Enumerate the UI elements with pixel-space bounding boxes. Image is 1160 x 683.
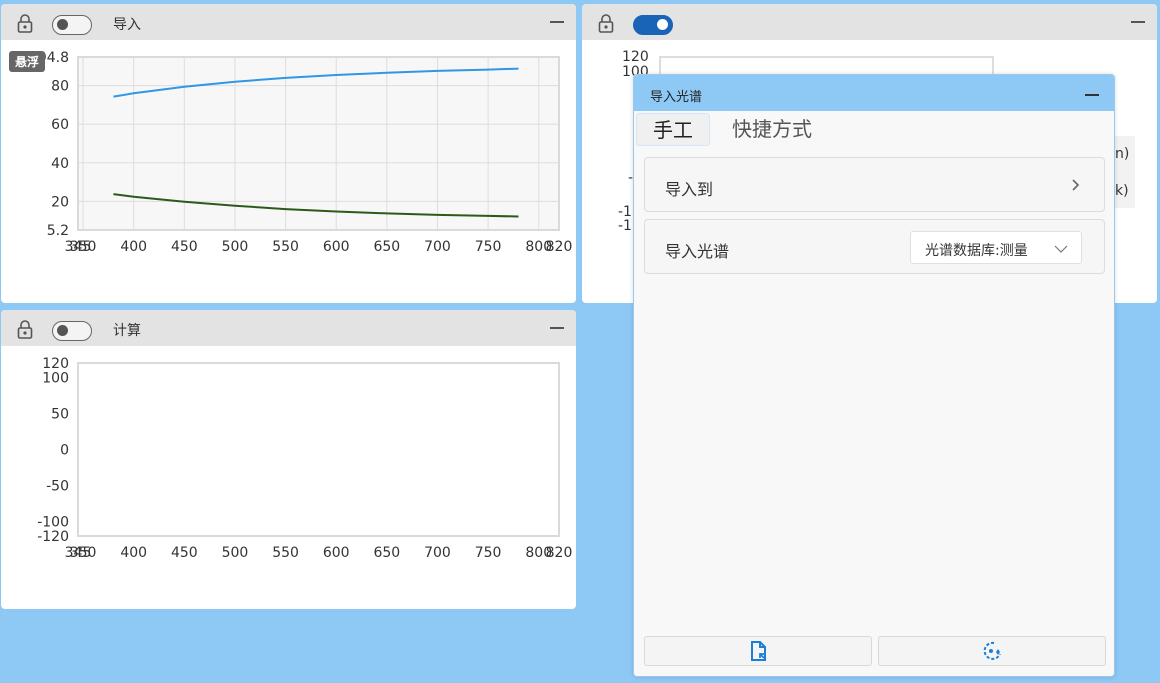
x-tick-label: 600 xyxy=(323,239,350,255)
import-chart: 345350 400 450 500 550 600 650 700 750 80082094.8… xyxy=(38,50,573,255)
minimize-icon[interactable] xyxy=(1085,94,1099,96)
legend-peek: k) xyxy=(1115,183,1129,199)
right-panel-toggle[interactable] xyxy=(633,15,673,35)
tab-manual[interactable]: 手工 xyxy=(636,113,710,146)
x-tick-label: 450 xyxy=(171,239,198,255)
calc-panel-toggle[interactable] xyxy=(52,321,92,341)
y-tick-label: -50 xyxy=(46,479,69,495)
legend-peek: n) xyxy=(1115,146,1130,162)
spectrum-source-select[interactable]: 光谱数据库:测量 xyxy=(910,231,1082,264)
x-tick-label: 350 xyxy=(70,239,97,255)
calc-panel-title: 计算 xyxy=(113,323,141,339)
toggle-knob xyxy=(657,19,668,30)
import-to-row[interactable]: 导入到 xyxy=(644,157,1105,212)
toggle-knob xyxy=(57,19,68,30)
import-spectrum-label: 导入光谱 xyxy=(665,242,730,261)
x-tick-label: 550 xyxy=(272,545,299,561)
import-spectrum-row: 导入光谱 光谱数据库:测量 xyxy=(644,219,1105,274)
y-tick-label: 20 xyxy=(51,194,69,210)
dialog-title: 导入光谱 xyxy=(650,90,703,105)
y-tick-label: 0 xyxy=(60,443,69,459)
chevron-right-icon xyxy=(1072,179,1080,191)
x-tick-label: 650 xyxy=(373,545,400,561)
import-panel-header: 导入 xyxy=(1,4,576,40)
x-tick-label: 650 xyxy=(373,239,400,255)
y-tick-label: 40 xyxy=(51,156,69,172)
x-tick-label: 500 xyxy=(222,545,249,561)
auto-import-button[interactable] xyxy=(878,636,1106,666)
import-file-button[interactable] xyxy=(644,636,872,666)
y-tick-label: 50 xyxy=(51,406,69,422)
x-tick-label: 820 xyxy=(546,239,573,255)
import-panel-toggle[interactable] xyxy=(52,15,92,35)
y-tick-label: 80 xyxy=(51,79,69,95)
x-tick-label: 400 xyxy=(120,545,147,561)
x-tick-label: 750 xyxy=(475,545,502,561)
x-tick-label: 400 xyxy=(120,239,147,255)
calc-panel-header: 计算 xyxy=(1,310,576,346)
x-tick-label: 500 xyxy=(222,239,249,255)
x-tick-label: 450 xyxy=(171,545,198,561)
x-tick-label: 550 xyxy=(272,239,299,255)
minimize-icon[interactable] xyxy=(550,21,564,23)
minimize-icon[interactable] xyxy=(550,327,564,329)
magic-wand-icon xyxy=(983,641,1001,660)
file-import-icon xyxy=(751,641,766,661)
tab-shortcuts[interactable]: 快捷方式 xyxy=(716,113,828,146)
x-tick-label: 700 xyxy=(424,239,451,255)
y-tick-label: 100 xyxy=(42,370,69,386)
x-tick-label: 600 xyxy=(323,545,350,561)
peek-tick: 120 xyxy=(622,49,649,65)
x-tick-label: 750 xyxy=(475,239,502,255)
calc-chart: 345350 400 450 500 550 600 650 700 750 8008201201… xyxy=(37,356,573,561)
lock-icon[interactable] xyxy=(596,13,616,33)
toggle-knob xyxy=(57,325,68,336)
lock-icon[interactable] xyxy=(15,319,35,339)
import-panel-title: 导入 xyxy=(113,17,141,33)
import-spectrum-dialog: 导入光谱 手工 快捷方式 导入到 导入光谱 光谱数据库:测量 xyxy=(633,74,1115,677)
minimize-icon[interactable] xyxy=(1131,21,1145,23)
y-tick-label: 5.2 xyxy=(47,223,69,239)
plot-frame xyxy=(77,362,560,537)
lock-icon[interactable] xyxy=(15,13,35,33)
x-tick-label: 700 xyxy=(424,545,451,561)
import-panel: 导入 345 350 400 450 500 550 600 650 700 750 800 820 9… xyxy=(1,4,576,303)
select-value: 光谱数据库:测量 xyxy=(925,243,1028,259)
calc-panel: 计算 345 350 400 450 500 550 600 650 700 750 800 820 1… xyxy=(1,310,576,609)
y-tick-label: -120 xyxy=(37,529,69,545)
x-tick-label: 820 xyxy=(546,545,573,561)
x-tick-label: 350 xyxy=(70,545,97,561)
hover-badge[interactable]: 悬浮 xyxy=(9,51,46,72)
chevron-down-icon xyxy=(1054,245,1068,253)
right-panel-header xyxy=(582,4,1157,40)
y-tick-label: 60 xyxy=(51,117,69,133)
import-to-label: 导入到 xyxy=(665,180,714,199)
plot-area xyxy=(78,57,559,230)
dialog-tabs: 手工 快捷方式 xyxy=(634,112,1114,148)
dialog-header[interactable]: 导入光谱 xyxy=(634,75,1114,111)
